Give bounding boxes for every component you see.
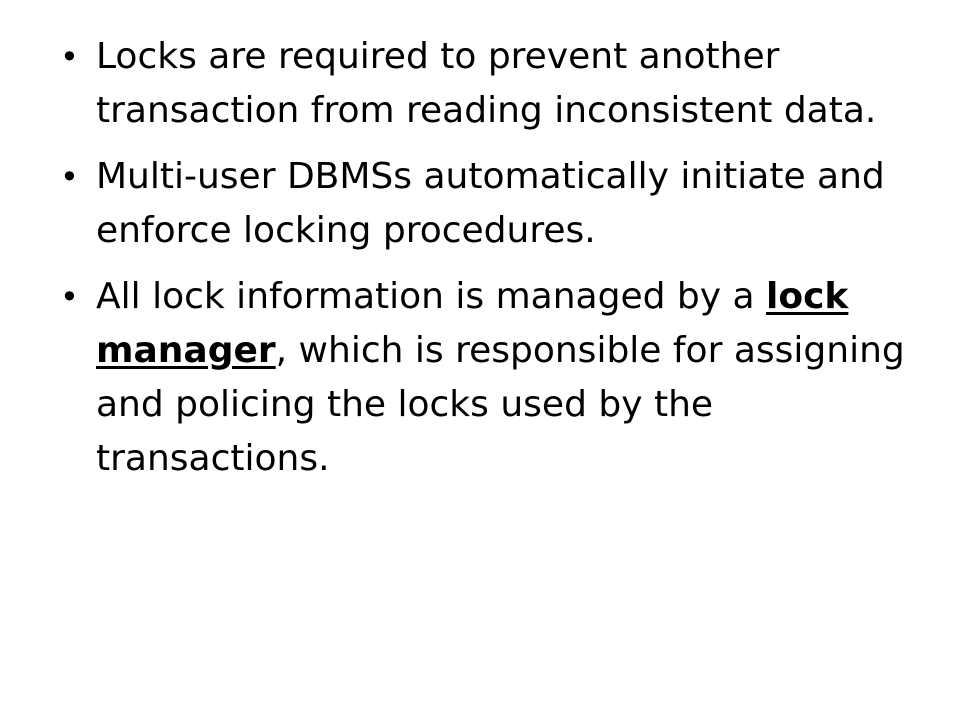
bullet-item-lock-manager: • All lock information is managed by a l…	[60, 270, 920, 486]
bullet-item-locks-required: • Locks are required to prevent another …	[60, 30, 920, 138]
bullet-text-before: All lock information is managed by a	[96, 276, 767, 317]
bullet-point-icon: •	[60, 38, 79, 76]
bullet-text: Multi-user DBMSs automatically initiate …	[96, 156, 885, 251]
bullet-point-icon: •	[60, 158, 79, 196]
bullet-text: All lock information is managed by a loc…	[96, 270, 920, 486]
bullet-item-multi-user-dbms: • Multi-user DBMSs automatically initiat…	[60, 150, 920, 258]
bullet-point-icon: •	[60, 278, 79, 316]
slide: • Locks are required to prevent another …	[0, 0, 960, 720]
bullet-text: Locks are required to prevent another tr…	[96, 36, 877, 131]
bullet-list: • Locks are required to prevent another …	[60, 30, 920, 498]
